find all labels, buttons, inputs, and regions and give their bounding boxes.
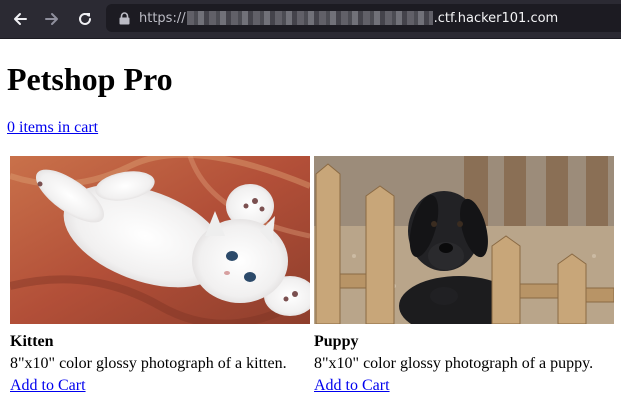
url-scheme: https:// bbox=[139, 10, 186, 26]
arrow-left-icon bbox=[12, 11, 28, 27]
url-host-blurred bbox=[186, 11, 433, 25]
product-name: Puppy bbox=[314, 333, 359, 350]
forward-button[interactable] bbox=[40, 7, 64, 31]
reload-button[interactable] bbox=[73, 7, 97, 31]
reload-icon bbox=[77, 11, 93, 27]
product-card-puppy: Puppy 8"x10" color glossy photograph of … bbox=[314, 156, 614, 395]
product-card-kitten: Kitten 8"x10" color glossy photograph of… bbox=[10, 156, 310, 395]
back-button[interactable] bbox=[8, 7, 32, 31]
kitten-photo bbox=[10, 156, 310, 324]
url-host-suffix: .ctf.hacker101.com bbox=[433, 10, 559, 26]
puppy-photo bbox=[314, 156, 614, 324]
lock-icon bbox=[119, 11, 130, 25]
browser-toolbar: https:// .ctf.hacker101.com bbox=[0, 0, 621, 39]
add-to-cart-kitten[interactable]: Add to Cart bbox=[10, 376, 86, 395]
address-bar[interactable]: https:// .ctf.hacker101.com bbox=[106, 4, 621, 32]
page-content: Petshop Pro 0 items in cart Kitten 8"x10… bbox=[0, 39, 621, 407]
page-title: Petshop Pro bbox=[7, 61, 173, 97]
cart-link[interactable]: 0 items in cart bbox=[7, 118, 98, 137]
arrow-right-icon bbox=[44, 11, 60, 27]
product-name: Kitten bbox=[10, 333, 54, 350]
product-description: 8"x10" color glossy photograph of a pupp… bbox=[314, 355, 594, 372]
add-to-cart-puppy[interactable]: Add to Cart bbox=[314, 376, 390, 395]
product-description: 8"x10" color glossy photograph of a kitt… bbox=[10, 355, 287, 372]
